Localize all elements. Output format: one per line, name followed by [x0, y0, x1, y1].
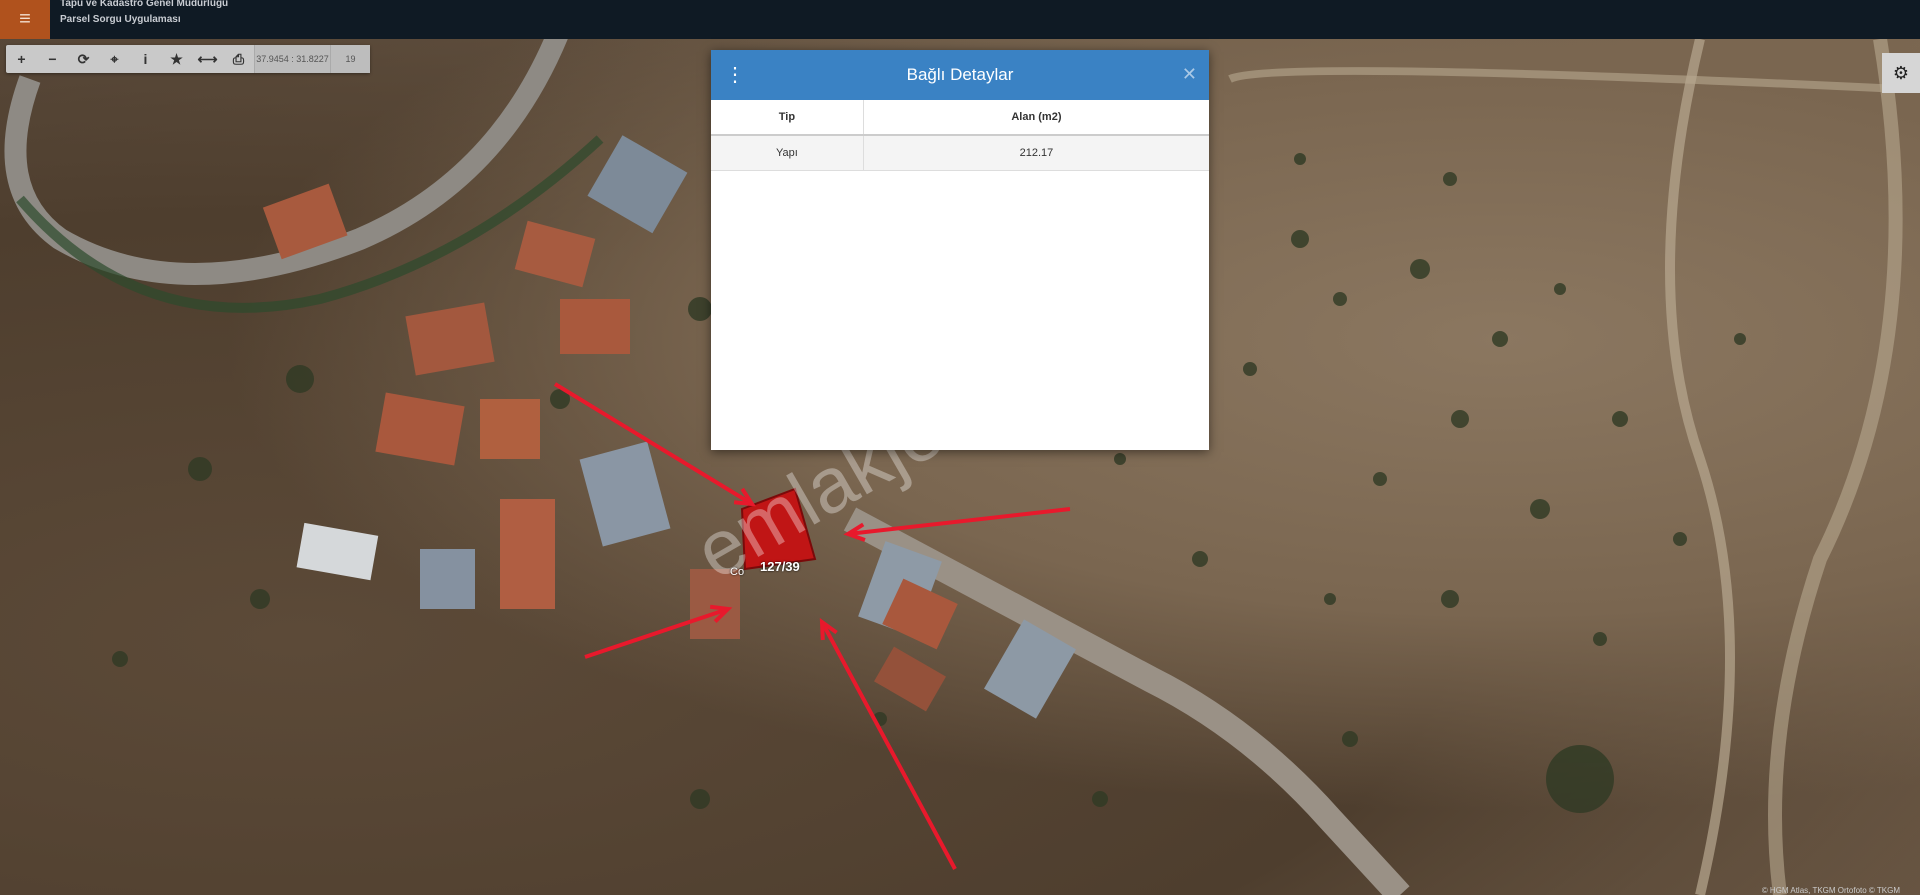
coordinate-readout: 37.9454 : 31.8227 [254, 45, 330, 73]
road [1768, 39, 1903, 895]
details-table: Tip Alan (m2) Yapı 212.17 [711, 100, 1209, 171]
parcel-polygon [740, 487, 817, 571]
details-dialog: ⋮ Bağlı Detaylar ✕ Tip Alan (m2) Yapı 21… [711, 50, 1209, 450]
partial-label: Co [730, 566, 745, 578]
info-icon[interactable]: i [130, 45, 161, 73]
refresh-icon[interactable]: ⟳ [68, 45, 99, 73]
app-title-line2: Parsel Sorgu Uygulaması [60, 14, 181, 25]
column-header-alan[interactable]: Alan (m2) [863, 100, 1209, 136]
locate-icon[interactable]: ⌖ [99, 45, 130, 73]
table-row[interactable]: Yapı 212.17 [711, 135, 1209, 171]
map-attribution: © HGM Atlas, TKGM Ortofoto © TKGM [1761, 886, 1900, 895]
close-icon[interactable]: ✕ [1182, 64, 1197, 85]
app-title-line1: Tapu ve Kadastro Genel Müdürlüğü [60, 0, 229, 9]
kebab-icon[interactable]: ⋮ [725, 64, 745, 86]
measure-icon[interactable]: ⟷ [192, 45, 223, 73]
parcel-label[interactable]: 127/39 [760, 559, 800, 574]
dialog-title: Bağlı Detaylar [906, 65, 1014, 84]
zoom-out-icon[interactable]: − [37, 45, 68, 73]
table-header-row: Tip Alan (m2) [711, 100, 1209, 136]
zoom-in-icon[interactable]: + [6, 45, 37, 73]
app-title: Tapu ve Kadastro Genel Müdürlüğü Parsel … [60, 0, 228, 28]
star-icon[interactable]: ★ [161, 45, 192, 73]
map-toolbar: + − ⟳ ⌖ i ★ ⟷ ⎙ 37.9454 : 31.8227 19 [6, 45, 370, 73]
cell-alan: 212.17 [863, 135, 1209, 171]
hamburger-icon[interactable]: ≡ [0, 0, 50, 39]
dialog-header: ⋮ Bağlı Detaylar ✕ [711, 50, 1209, 100]
road [1665, 39, 1735, 895]
cell-tip: Yapı [711, 135, 864, 171]
gear-icon[interactable]: ⚙ [1882, 53, 1920, 93]
column-header-tip[interactable]: Tip [711, 100, 864, 136]
top-bar: ≡ Tapu ve Kadastro Genel Müdürlüğü Parse… [0, 0, 1920, 39]
zoom-level: 19 [330, 45, 370, 73]
print-icon[interactable]: ⎙ [223, 45, 254, 73]
